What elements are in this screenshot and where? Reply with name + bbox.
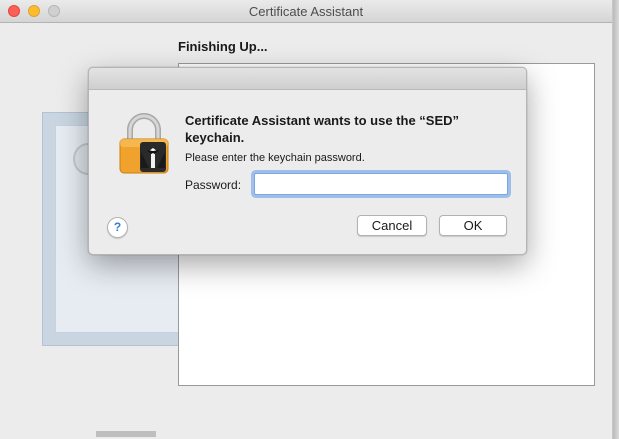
cancel-button[interactable]: Cancel [357, 215, 427, 236]
bottom-text-fragment [96, 431, 156, 437]
page-heading: Finishing Up... [178, 39, 268, 54]
desktop-background [613, 0, 619, 439]
title-bar[interactable]: Certificate Assistant [0, 0, 612, 23]
keychain-password-dialog: Certificate Assistant wants to use the “… [88, 67, 527, 255]
dialog-message: Please enter the keychain password. [185, 152, 365, 164]
ok-button[interactable]: OK [439, 215, 507, 236]
dialog-title: Certificate Assistant wants to use the “… [185, 113, 460, 145]
password-label: Password: [185, 178, 242, 192]
help-button[interactable]: ? [107, 217, 128, 238]
password-field[interactable] [254, 173, 508, 195]
window-title: Certificate Assistant [248, 4, 364, 19]
dialog-title-bar [89, 68, 526, 90]
lock-icon [119, 113, 169, 174]
